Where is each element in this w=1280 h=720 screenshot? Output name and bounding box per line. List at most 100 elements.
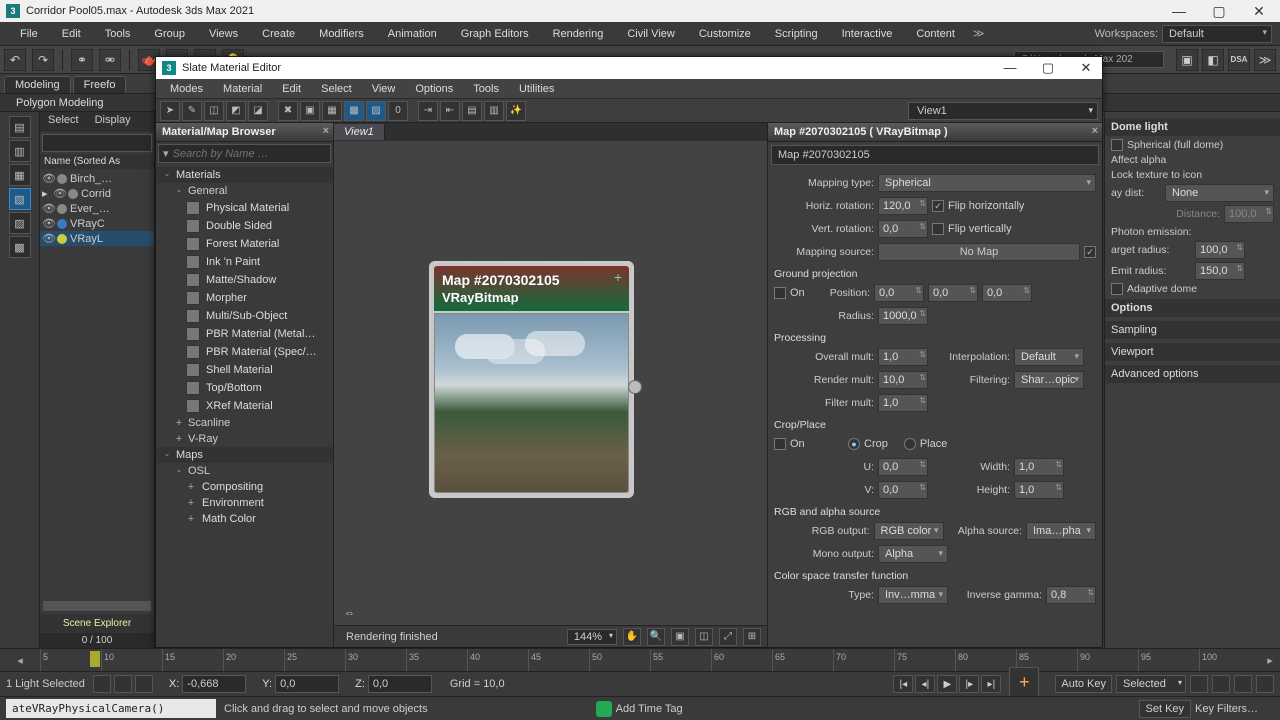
slate-tool-10[interactable]: ▨: [366, 101, 386, 121]
menu-customize[interactable]: Customize: [687, 22, 763, 46]
emit-radius-spinner[interactable]: 150,0: [1195, 262, 1245, 280]
mmb-sub-osl[interactable]: -OSL: [156, 463, 333, 479]
vert-rot-spinner[interactable]: 0,0: [878, 220, 928, 238]
scene-filter-input[interactable]: [42, 134, 152, 152]
slate-menu-select[interactable]: Select: [311, 83, 362, 95]
mmb-sub-vray[interactable]: +V-Ray: [156, 431, 333, 447]
redo-button[interactable]: ↷: [32, 49, 54, 71]
slate-menu-edit[interactable]: Edit: [272, 83, 311, 95]
menu-interactive[interactable]: Interactive: [830, 22, 905, 46]
mmb-mat-shell[interactable]: Shell Material: [156, 361, 333, 379]
lock-icon[interactable]: [114, 675, 132, 693]
ground-on-checkbox[interactable]: [774, 287, 786, 299]
timeline-handle[interactable]: [90, 651, 100, 667]
mapping-type-combo[interactable]: Spherical: [878, 174, 1096, 192]
filtering-combo[interactable]: Shar…opic: [1014, 371, 1084, 389]
slate-tool-8[interactable]: ▦: [322, 101, 342, 121]
node-header[interactable]: Map #2070302105 VRayBitmap +: [434, 266, 629, 311]
mmb-mat-matteshadow[interactable]: Matte/Shadow: [156, 271, 333, 289]
left-icon-6[interactable]: ▩: [9, 236, 31, 258]
mmb-mat-physical[interactable]: Physical Material: [156, 199, 333, 217]
ray-dist-combo[interactable]: None: [1165, 184, 1274, 202]
left-icon-4[interactable]: ▧: [9, 188, 31, 210]
target-radius-spinner[interactable]: 100,0: [1195, 241, 1245, 259]
close-button[interactable]: ✕: [1248, 3, 1270, 20]
mmb-mat-inknpaint[interactable]: Ink 'n Paint: [156, 253, 333, 271]
scene-tab-select[interactable]: Select: [40, 112, 87, 132]
slate-tool-7[interactable]: ▣: [300, 101, 320, 121]
toolbar-overflow-icon[interactable]: ≫: [1254, 49, 1276, 71]
mmb-mat-morpher[interactable]: Morpher: [156, 289, 333, 307]
menu-grapheditors[interactable]: Graph Editors: [449, 22, 541, 46]
menu-animation[interactable]: Animation: [376, 22, 449, 46]
slate-maximize-button[interactable]: ▢: [1038, 60, 1058, 76]
cst-type-combo[interactable]: Inv…mma: [878, 586, 948, 604]
left-icon-1[interactable]: ▤: [9, 116, 31, 138]
mmb-mat-multisub[interactable]: Multi/Sub-Object: [156, 307, 333, 325]
ribbon-tab-freeform[interactable]: Freefo: [73, 76, 127, 93]
nav-icon-1[interactable]: [1190, 675, 1208, 693]
mmb-mat-pbr-metal[interactable]: PBR Material (Metal…: [156, 325, 333, 343]
node-expand-icon[interactable]: +: [614, 269, 622, 285]
slate-tool-5[interactable]: ◪: [248, 101, 268, 121]
mapping-source-button[interactable]: No Map: [878, 243, 1080, 261]
pos-x-spinner[interactable]: 0,0: [874, 284, 924, 302]
slate-menu-material[interactable]: Material: [213, 83, 272, 95]
eye-icon[interactable]: 👁: [42, 232, 54, 245]
mmb-mat-pbr-spec[interactable]: PBR Material (Spec/…: [156, 343, 333, 361]
add-key-button[interactable]: +: [1009, 667, 1039, 697]
z-input[interactable]: 0,0: [368, 675, 432, 693]
sel-frame-icon[interactable]: ◫: [695, 628, 713, 646]
menu-scripting[interactable]: Scripting: [763, 22, 830, 46]
roll-viewport[interactable]: Viewport: [1105, 343, 1280, 361]
eye-icon[interactable]: 👁: [53, 187, 65, 200]
mmb-mat-xref[interactable]: XRef Material: [156, 397, 333, 415]
nav-icon-3[interactable]: [1234, 675, 1252, 693]
scene-row[interactable]: 👁Birch_…: [40, 171, 154, 186]
slate-menu-utilities[interactable]: Utilities: [509, 83, 564, 95]
node-view-tab[interactable]: View1: [334, 124, 385, 140]
param-title[interactable]: Map #2070302105 ( VRayBitmap )×: [768, 123, 1102, 142]
menu-content[interactable]: Content: [904, 22, 967, 46]
mmb-sub-scanline[interactable]: +Scanline: [156, 415, 333, 431]
v-spinner[interactable]: 0,0: [878, 481, 928, 499]
dropdown-icon[interactable]: ▾: [163, 147, 169, 160]
menu-create[interactable]: Create: [250, 22, 307, 46]
pos-y-spinner[interactable]: 0,0: [928, 284, 978, 302]
mono-output-combo[interactable]: Alpha: [878, 545, 948, 563]
menu-group[interactable]: Group: [142, 22, 197, 46]
roll-advanced[interactable]: Advanced options: [1105, 365, 1280, 383]
timeline[interactable]: ◂ 51015202530354045505560657075808590951…: [0, 648, 1280, 672]
unlink-button[interactable]: ⚮: [99, 49, 121, 71]
slate-tool-arrow[interactable]: ➤: [160, 101, 180, 121]
scene-row[interactable]: 👁VRayL: [40, 231, 154, 246]
mmb-cat-maps[interactable]: -Maps: [156, 447, 333, 463]
canvas-nav-icon[interactable]: ⇔: [344, 607, 355, 619]
key-target-combo[interactable]: Selected: [1116, 675, 1186, 693]
pan-icon[interactable]: ✋: [623, 628, 641, 646]
mmb-osl-environment[interactable]: +Environment: [156, 495, 333, 511]
link-button[interactable]: ⚭: [71, 49, 93, 71]
node-vraybitmap[interactable]: Map #2070302105 VRayBitmap +: [429, 261, 634, 498]
x-input[interactable]: -0,668: [182, 675, 246, 693]
render-spinner[interactable]: 10,0: [878, 371, 928, 389]
mmb-mat-forest[interactable]: Forest Material: [156, 235, 333, 253]
scene-tab-display[interactable]: Display: [87, 112, 139, 132]
scene-header[interactable]: Name (Sorted As: [40, 154, 154, 169]
eye-icon[interactable]: 👁: [42, 172, 54, 185]
node-thumbnail[interactable]: [434, 313, 629, 493]
scene-row[interactable]: 👁VRayC: [40, 216, 154, 231]
overall-spinner[interactable]: 1,0: [878, 348, 928, 366]
filter-spinner[interactable]: 1,0: [878, 394, 928, 412]
left-icon-3[interactable]: ▦: [9, 164, 31, 186]
slate-menu-options[interactable]: Options: [405, 83, 463, 95]
slate-minimize-button[interactable]: —: [1000, 60, 1020, 76]
menu-tools[interactable]: Tools: [93, 22, 143, 46]
mmb-search[interactable]: ▾: [158, 144, 331, 163]
layout-icon[interactable]: ⊞: [743, 628, 761, 646]
height-spinner[interactable]: 1,0: [1014, 481, 1064, 499]
mmb-search-input[interactable]: [173, 148, 326, 160]
flip-h-checkbox[interactable]: ✓: [932, 200, 944, 212]
cropplace-on-checkbox[interactable]: [774, 438, 786, 450]
radius-spinner[interactable]: 1000,0: [878, 307, 928, 325]
